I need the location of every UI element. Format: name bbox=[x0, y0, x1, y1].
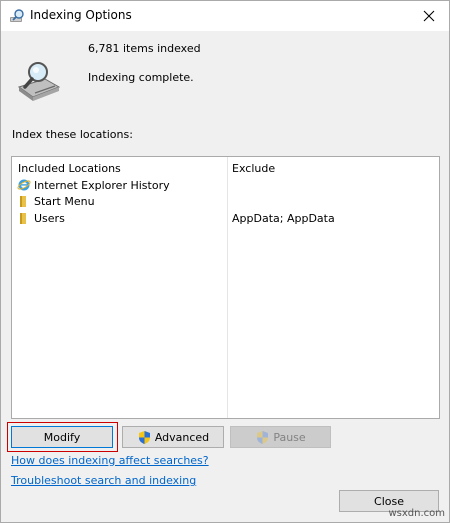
close-window-button[interactable] bbox=[409, 1, 449, 31]
column-header-included[interactable]: Included Locations bbox=[18, 162, 121, 175]
close-icon bbox=[423, 10, 435, 22]
indexing-icon bbox=[15, 57, 61, 103]
modify-button[interactable]: Modify bbox=[11, 426, 113, 448]
folder-icon bbox=[17, 194, 31, 208]
list-item[interactable]: Users AppData; AppData bbox=[12, 211, 439, 227]
location-name: Start Menu bbox=[34, 195, 95, 208]
uac-shield-icon bbox=[138, 430, 150, 444]
indexing-options-window: Indexing Options 6,781 items indexed Ind… bbox=[0, 0, 450, 523]
pause-button[interactable]: Pause bbox=[230, 426, 331, 448]
column-header-exclude[interactable]: Exclude bbox=[232, 162, 275, 175]
search-magnifier-icon bbox=[9, 8, 25, 24]
how-indexing-affects-link[interactable]: How does indexing affect searches? bbox=[11, 454, 209, 467]
troubleshoot-link[interactable]: Troubleshoot search and indexing bbox=[11, 474, 196, 487]
modify-button-label: Modify bbox=[43, 430, 81, 444]
folder-icon bbox=[17, 211, 31, 225]
uac-shield-icon bbox=[257, 430, 269, 444]
location-exclude: AppData; AppData bbox=[232, 212, 335, 225]
locations-section-label: Index these locations: bbox=[12, 128, 133, 141]
list-item[interactable]: Start Menu bbox=[12, 194, 439, 210]
pause-button-label: Pause bbox=[273, 430, 306, 444]
advanced-button[interactable]: Advanced bbox=[122, 426, 224, 448]
list-item[interactable]: Internet Explorer History bbox=[12, 178, 439, 194]
watermark: wsxdn.com bbox=[388, 508, 445, 519]
location-name: Internet Explorer History bbox=[34, 179, 170, 192]
indexing-status: Indexing complete. bbox=[88, 71, 194, 84]
items-indexed-count: 6,781 items indexed bbox=[88, 42, 201, 55]
title-bar: Indexing Options bbox=[1, 1, 449, 31]
locations-list[interactable]: Included Locations Exclude Internet Expl… bbox=[11, 156, 440, 419]
internet-explorer-icon bbox=[17, 178, 31, 192]
location-name: Users bbox=[34, 212, 65, 225]
close-button-label: Close bbox=[374, 494, 404, 508]
window-title: Indexing Options bbox=[30, 8, 132, 22]
advanced-button-label: Advanced bbox=[154, 430, 210, 444]
